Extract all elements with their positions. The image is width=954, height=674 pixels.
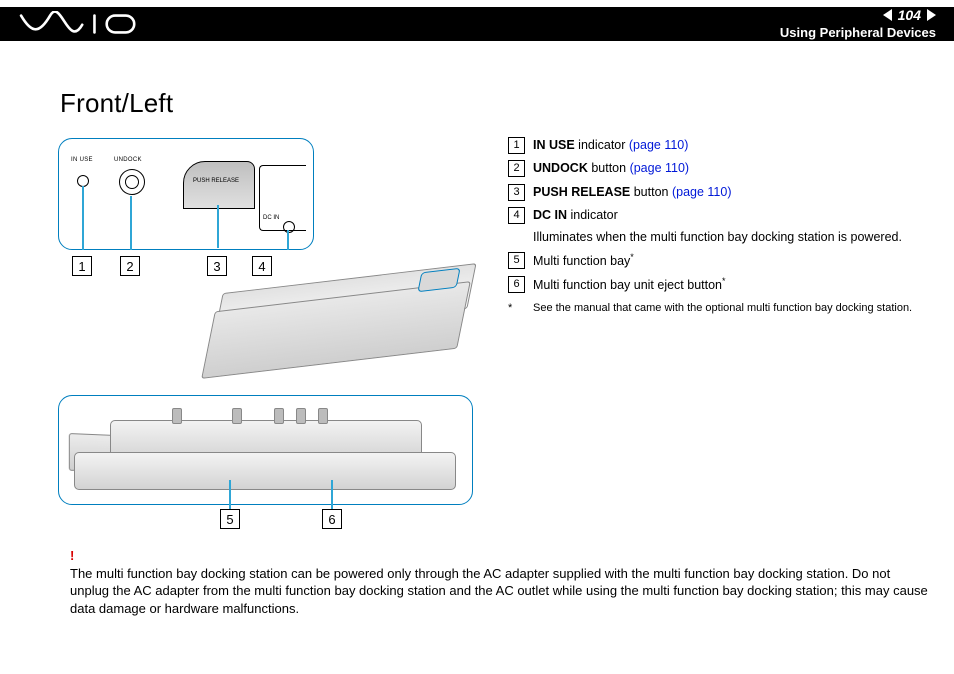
legend-item: 4DC IN indicator	[508, 206, 928, 225]
callout-lead-3	[217, 205, 219, 248]
page-nav: 104	[883, 7, 936, 23]
dock-front-base	[74, 452, 456, 490]
page-link[interactable]: (page 110)	[672, 185, 732, 199]
callout-lead-6	[331, 480, 333, 510]
dock-pin	[318, 408, 328, 424]
page-heading: Front/Left	[60, 88, 173, 119]
dc-in-label: DC IN	[263, 215, 279, 221]
callout-box-1: 1	[72, 256, 92, 276]
callout-box-2: 2	[120, 256, 140, 276]
legend-item: 2UNDOCK button (page 110)	[508, 159, 928, 178]
vaio-logo	[18, 11, 140, 37]
diagram-top-panel: IN USE UNDOCK PUSH RELEASE DC IN	[58, 138, 314, 250]
callout-box-4: 4	[252, 256, 272, 276]
callout-box-6: 6	[322, 509, 342, 529]
header-bar: 104 Using Peripheral Devices	[0, 7, 954, 41]
dock-pin	[296, 408, 306, 424]
front-plate	[259, 165, 306, 231]
legend-item: 3PUSH RELEASE button (page 110)	[508, 183, 928, 202]
dc-in-indicator	[283, 221, 295, 233]
prev-page-icon[interactable]	[883, 9, 892, 21]
legend-footnote: *See the manual that came with the optio…	[508, 300, 928, 317]
legend-list: 1IN USE indicator (page 110) 2UNDOCK but…	[508, 136, 928, 317]
page-link[interactable]: (page 110)	[629, 138, 689, 152]
callout-lead-1	[82, 186, 84, 250]
callout-box-5: 5	[220, 509, 240, 529]
next-page-icon[interactable]	[927, 9, 936, 21]
in-use-label: IN USE	[71, 157, 93, 163]
dock-front-upper	[110, 420, 422, 456]
callout-lead-2	[130, 196, 132, 250]
warning-note: ! The multi function bay docking station…	[70, 547, 930, 617]
callout-box-3: 3	[207, 256, 227, 276]
warning-icon: !	[70, 548, 74, 563]
dock-pin	[232, 408, 242, 424]
legend-item: 6Multi function bay unit eject button*	[508, 275, 928, 296]
callout-lead-4	[287, 230, 289, 250]
dock-pin	[274, 408, 284, 424]
dock-pin	[172, 408, 182, 424]
section-title: Using Peripheral Devices	[780, 25, 936, 40]
undock-button-graphic	[119, 169, 145, 195]
legend-item: 1IN USE indicator (page 110)	[508, 136, 928, 155]
legend-item: 5Multi function bay*	[508, 251, 928, 272]
legend-subtext: Illuminates when the multi function bay …	[508, 228, 928, 247]
callout-lead-5	[229, 480, 231, 510]
push-release-label: PUSH RELEASE	[189, 175, 243, 187]
warning-text: The multi function bay docking station c…	[70, 565, 930, 618]
page-number: 104	[898, 7, 921, 23]
page-link[interactable]: (page 110)	[630, 161, 690, 175]
undock-label: UNDOCK	[114, 157, 142, 163]
